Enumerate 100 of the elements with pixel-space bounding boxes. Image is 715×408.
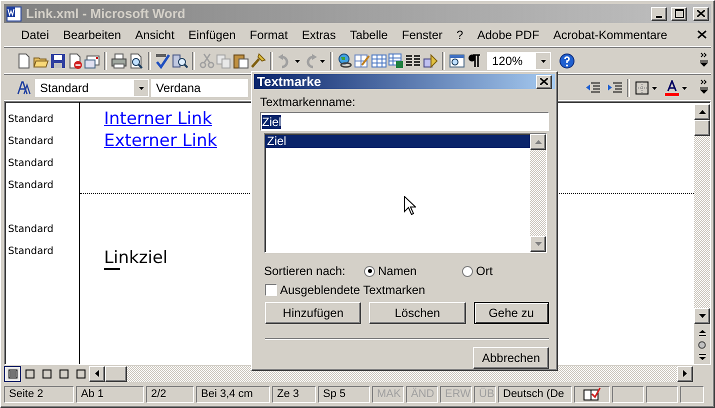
- maximize-button[interactable]: [671, 6, 687, 20]
- status-text: Deutsch (De: [498, 386, 572, 402]
- status-text: Ze 3: [272, 386, 316, 402]
- help-icon[interactable]: [559, 52, 575, 68]
- cancel-button[interactable]: Abbrechen: [473, 347, 549, 369]
- close-button[interactable]: [693, 6, 709, 20]
- previous-page-icon[interactable]: [698, 330, 706, 337]
- font-combo[interactable]: Verdana: [151, 78, 248, 96]
- scroll-thumb[interactable]: [105, 366, 127, 382]
- sort-radio[interactable]: Ort: [462, 264, 542, 278]
- scroll-up-arrow-icon[interactable]: [698, 110, 706, 114]
- pilcrow-icon[interactable]: [466, 52, 482, 68]
- hyperlink[interactable]: Externer Link: [104, 131, 218, 151]
- styles-icon[interactable]: [16, 80, 32, 96]
- menu-item[interactable]: Datei: [14, 28, 56, 42]
- scroll-thumb[interactable]: [694, 120, 710, 136]
- menu-item[interactable]: Format: [242, 28, 295, 42]
- dialog-button[interactable]: Gehe zu: [474, 302, 549, 324]
- sort-label: Sortieren nach:: [264, 264, 346, 278]
- close-icon: [697, 10, 705, 17]
- border-icon[interactable]: [634, 80, 650, 96]
- envelope-icon[interactable]: [84, 52, 100, 68]
- style-name: Standard: [7, 224, 54, 234]
- status-text: Bei 3,4 cm: [196, 386, 270, 402]
- word-document-icon: [6, 6, 22, 22]
- menu-item[interactable]: Einfügen: [181, 28, 243, 42]
- status-pane: [646, 386, 678, 402]
- scroll-left-arrow-icon[interactable]: [95, 370, 99, 377]
- vertical-scrollbar[interactable]: [694, 104, 710, 364]
- status-text: 2/2: [146, 386, 194, 402]
- normal-view-icon: [8, 368, 18, 378]
- hidden-bookmarks-label: Ausgeblendete Textmarken: [280, 283, 426, 297]
- indent-increase-icon[interactable]: [607, 80, 623, 96]
- dialog-button[interactable]: Löschen: [369, 302, 466, 324]
- mouse-pointer-icon: [404, 196, 416, 215]
- next-page-icon[interactable]: [698, 353, 706, 360]
- menu-item[interactable]: Tabelle: [342, 28, 395, 42]
- sort-option-label: Namen: [378, 264, 417, 278]
- status-text: Ab 1: [76, 386, 144, 402]
- bookmark-name-label: Textmarkenname:: [260, 95, 356, 109]
- status-text: Sp 5: [318, 386, 370, 402]
- paintbrush-icon[interactable]: [250, 52, 266, 68]
- menu-item[interactable]: ?: [450, 28, 470, 42]
- font-value: Verdana: [155, 80, 202, 94]
- hidden-bookmarks-checkbox[interactable]: [265, 284, 277, 296]
- close-icon[interactable]: [697, 30, 707, 38]
- radio-circle[interactable]: [462, 266, 473, 276]
- zoom-combo[interactable]: 120%: [487, 52, 551, 70]
- printer-icon[interactable]: [111, 52, 127, 68]
- research-icon[interactable]: [172, 52, 188, 68]
- minimize-button[interactable]: [651, 6, 667, 20]
- clipboard-icon[interactable]: [233, 52, 249, 68]
- close-button[interactable]: [536, 74, 552, 88]
- close-icon: [540, 78, 548, 85]
- print-preview-icon[interactable]: [128, 52, 144, 68]
- style-value: Standard: [39, 80, 90, 94]
- columns-icon[interactable]: [405, 52, 421, 68]
- dialog-button[interactable]: Hinzufügen: [265, 302, 362, 324]
- view-button[interactable]: [4, 366, 21, 382]
- maximize-icon: [674, 9, 684, 18]
- menu-item[interactable]: Ansicht: [128, 28, 182, 42]
- toolbar-options-icon[interactable]: [699, 50, 709, 68]
- globe-link-icon[interactable]: [337, 52, 353, 68]
- font-color-icon[interactable]: [664, 80, 680, 96]
- scroll-right-arrow-icon[interactable]: [683, 370, 687, 377]
- style-combo[interactable]: Standard: [35, 78, 149, 96]
- bookmark-item[interactable]: Ziel: [265, 135, 530, 148]
- document-map-icon[interactable]: [449, 52, 465, 68]
- minimize-icon: [656, 16, 662, 18]
- spreadsheet-icon[interactable]: [388, 52, 404, 68]
- sort-radio[interactable]: Namen: [364, 264, 462, 278]
- new-document-icon[interactable]: [16, 52, 32, 68]
- spelling-check-icon[interactable]: [155, 52, 171, 68]
- spelling-book-icon[interactable]: [583, 387, 601, 401]
- window-title: Link.xml - Microsoft Word: [26, 6, 186, 21]
- hyperlink[interactable]: Interner Link: [104, 109, 212, 129]
- menu-item[interactable]: Adobe PDF: [470, 28, 546, 42]
- document-stop-icon[interactable]: [67, 52, 83, 68]
- status-pane: [680, 386, 704, 402]
- style-name: Standard: [7, 180, 54, 190]
- menu-item[interactable]: Extras: [294, 28, 343, 42]
- status-pane: [612, 386, 644, 402]
- end-of-document-mark: [104, 268, 120, 270]
- table-icon[interactable]: [371, 52, 387, 68]
- menu-item[interactable]: Acrobat-Kommentare: [546, 28, 674, 42]
- scroll-down-arrow-icon[interactable]: [698, 314, 706, 318]
- drawing-shapes-icon[interactable]: [422, 52, 438, 68]
- menu-item[interactable]: Fenster: [394, 28, 450, 42]
- zoom-value: 120%: [491, 54, 524, 68]
- menu-item[interactable]: Bearbeiten: [56, 28, 128, 42]
- style-name: Standard: [7, 246, 54, 256]
- bookmark-name-value: Ziel: [262, 114, 282, 128]
- radio-circle[interactable]: [364, 266, 375, 276]
- select-browse-object-icon[interactable]: [698, 341, 706, 349]
- status-text: Seite 2: [4, 386, 74, 402]
- table-pencil-icon[interactable]: [354, 52, 370, 68]
- indent-decrease-icon[interactable]: [585, 80, 601, 96]
- toolbar-options-icon[interactable]: [699, 77, 709, 95]
- bookmark-name-field[interactable]: Ziel: [260, 112, 549, 131]
- bookmark-list[interactable]: Ziel: [264, 133, 547, 253]
